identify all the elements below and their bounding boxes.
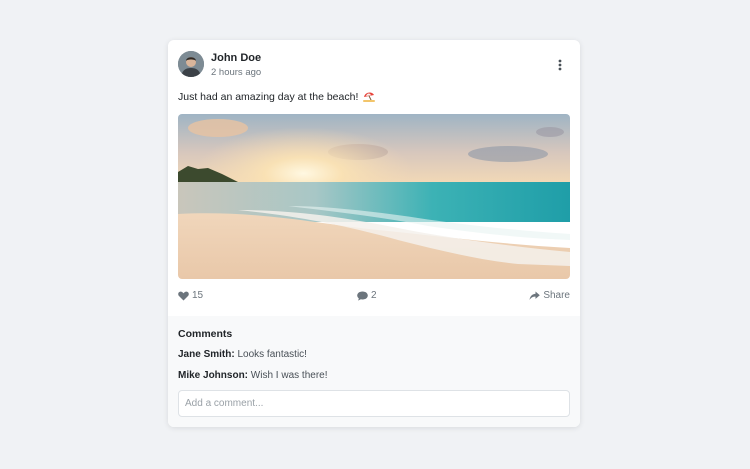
comment-text: Wish I was there!: [250, 370, 328, 381]
like-count: 15: [192, 290, 204, 301]
share-label: Share: [543, 290, 570, 301]
speech-bubble-icon: [357, 291, 368, 301]
comments-heading: Comments: [178, 328, 233, 340]
avatar[interactable]: [178, 51, 204, 77]
comment-item: Jane Smith: Looks fantastic!: [178, 349, 307, 360]
comments-section: Comments Jane Smith: Looks fantastic! Mi…: [168, 316, 580, 427]
comment-text: Looks fantastic!: [237, 349, 307, 360]
post-header: John Doe 2 hours ago: [178, 51, 570, 79]
comment-author[interactable]: Jane Smith:: [178, 349, 235, 360]
post-image-beach[interactable]: [178, 114, 570, 279]
author-name[interactable]: John Doe: [211, 52, 261, 64]
like-button[interactable]: 15: [178, 290, 203, 301]
heart-icon: [178, 291, 189, 300]
vertical-ellipsis-icon: [558, 59, 562, 71]
share-button[interactable]: Share: [529, 290, 570, 301]
post-timestamp: 2 hours ago: [211, 67, 262, 78]
share-arrow-icon: [529, 291, 541, 300]
post-actions: 15 2 Share: [178, 290, 570, 306]
post-text: Just had an amazing day at the beach!: [178, 91, 376, 105]
post-text-content: Just had an amazing day at the beach!: [178, 91, 359, 103]
comment-item: Mike Johnson: Wish I was there!: [178, 370, 328, 381]
comment-count: 2: [371, 290, 377, 301]
more-options-button[interactable]: [556, 58, 564, 72]
add-comment-input[interactable]: [178, 390, 570, 417]
comment-author[interactable]: Mike Johnson:: [178, 370, 248, 381]
post-card: John Doe 2 hours ago Just had an amazing…: [168, 40, 580, 427]
comment-button[interactable]: 2: [357, 290, 377, 301]
beach-umbrella-icon: [363, 91, 376, 105]
